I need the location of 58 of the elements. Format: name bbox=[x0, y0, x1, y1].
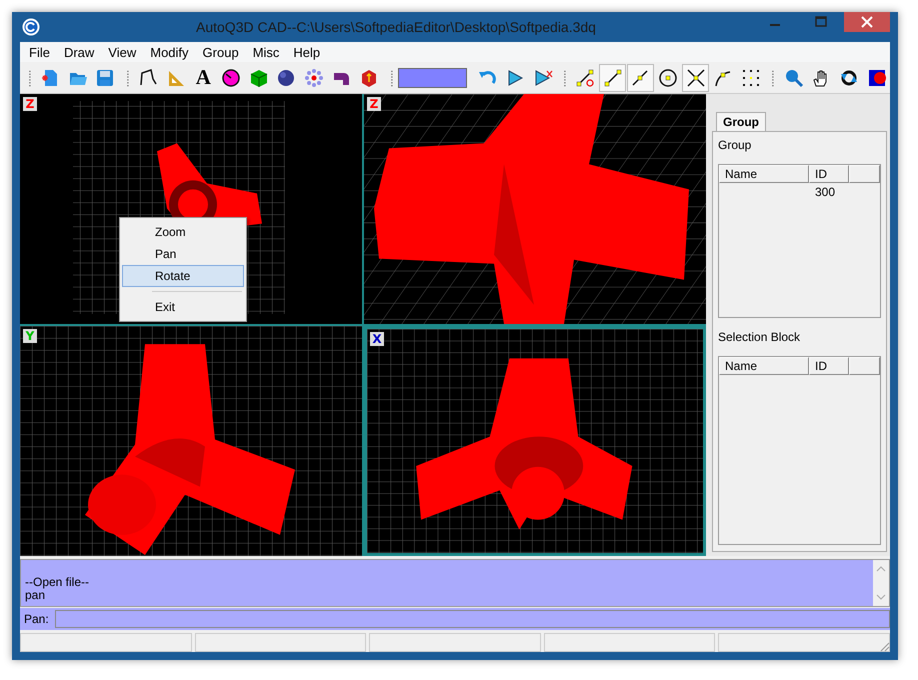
color-swatch[interactable] bbox=[398, 68, 467, 88]
viewport[interactable]: X bbox=[364, 326, 706, 556]
log-line: --Open file-- bbox=[25, 576, 90, 589]
menu-item[interactable]: Group bbox=[196, 44, 246, 60]
intersection-icon bbox=[686, 68, 706, 88]
menu-item[interactable]: Draw bbox=[56, 44, 102, 60]
menu-item[interactable]: View bbox=[101, 44, 144, 60]
column-header[interactable]: Name bbox=[719, 357, 809, 375]
viewport[interactable]: Z Zoom Pan Rotate Exit bbox=[20, 94, 362, 324]
empty-column-header bbox=[849, 357, 880, 375]
line-tool-button[interactable] bbox=[599, 64, 626, 92]
menu-item[interactable]: Help bbox=[286, 44, 328, 60]
log-line: pan bbox=[25, 589, 46, 602]
dot-ring-icon bbox=[304, 68, 324, 88]
cube-icon bbox=[248, 68, 269, 88]
list-view[interactable]: Name ID bbox=[718, 356, 881, 545]
column-header[interactable]: ID bbox=[809, 165, 849, 183]
empty-column-header bbox=[849, 165, 880, 183]
context-menu-item[interactable]: Exit bbox=[122, 296, 244, 318]
table-cell-text: 300 bbox=[814, 184, 836, 201]
mid-tool-button[interactable] bbox=[627, 64, 654, 92]
axis-label: Y bbox=[23, 329, 37, 343]
close-icon[interactable] bbox=[844, 12, 890, 32]
cross-tool-button[interactable] bbox=[682, 64, 710, 92]
window-title: AutoQ3D CAD--C:\Users\SoftpediaEditor\Desktop\Softpedia.3dq bbox=[195, 19, 597, 35]
prompt-label: Pan: bbox=[23, 612, 50, 626]
triangle-cross-icon bbox=[532, 68, 553, 88]
resize-grip-icon[interactable] bbox=[878, 640, 890, 652]
list-view[interactable]: Name ID 300 bbox=[718, 164, 881, 318]
menu-item[interactable]: Modify bbox=[143, 44, 196, 60]
column-header[interactable]: Name bbox=[719, 165, 809, 183]
axis-label: X bbox=[370, 332, 384, 346]
line-endpoint-icon bbox=[575, 68, 596, 88]
circle-center-icon bbox=[658, 68, 678, 88]
panel-tab[interactable]: Group bbox=[716, 112, 766, 131]
context-menu-item[interactable]: Zoom bbox=[122, 221, 244, 243]
line-midpoint-icon bbox=[630, 68, 650, 88]
list-title: Group bbox=[718, 138, 752, 152]
rotate-icon bbox=[838, 68, 859, 88]
line-endpoints-icon bbox=[602, 68, 623, 88]
axis-label: Z bbox=[367, 97, 381, 111]
dot-grid-icon bbox=[741, 68, 762, 88]
context-menu-item[interactable]: Rotate bbox=[122, 265, 244, 287]
menu-item[interactable]: Misc bbox=[246, 44, 286, 60]
command-input[interactable] bbox=[54, 610, 890, 628]
list-title: Selection Block bbox=[718, 330, 802, 344]
column-header[interactable]: ID bbox=[809, 357, 849, 375]
menu-item[interactable]: File bbox=[22, 44, 57, 60]
context-menu-item[interactable]: Pan bbox=[122, 243, 244, 265]
axis-label: Z bbox=[23, 97, 37, 111]
save-icon bbox=[95, 68, 116, 88]
app-logo-icon bbox=[22, 18, 40, 36]
sphere-icon bbox=[276, 68, 296, 88]
text-tool-button[interactable]: A bbox=[190, 64, 217, 92]
render-icon bbox=[866, 68, 887, 88]
search-icon bbox=[784, 68, 804, 88]
dial-icon bbox=[220, 68, 241, 88]
polyline-icon bbox=[138, 68, 158, 88]
